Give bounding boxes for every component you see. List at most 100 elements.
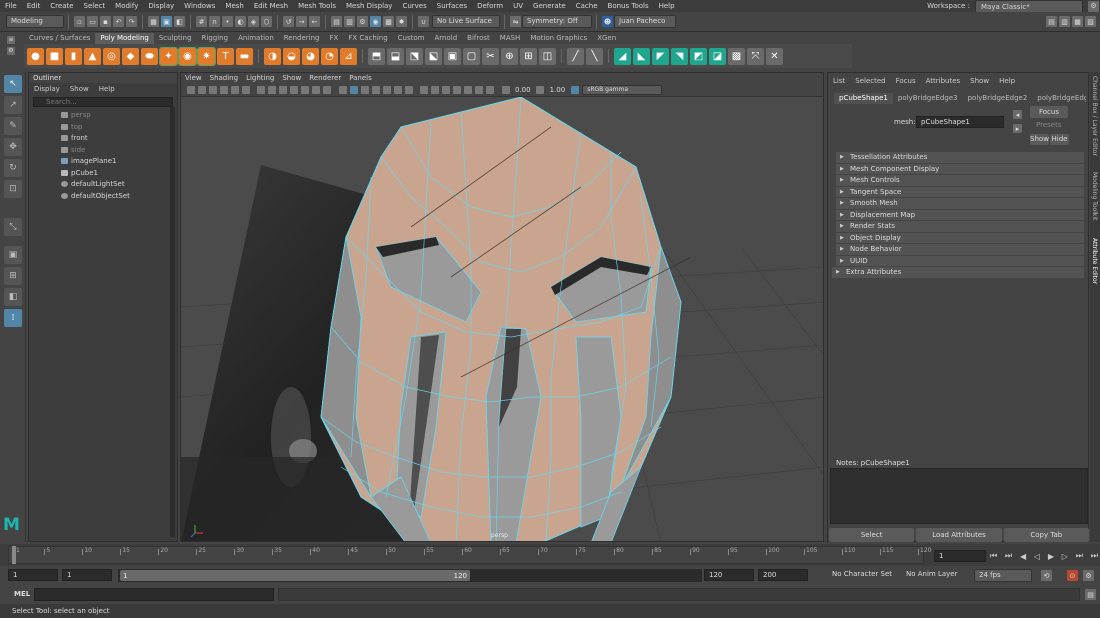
tool-settings-icon[interactable]: ▧ — [1085, 16, 1096, 27]
section-displacement-map[interactable]: Displacement Map — [836, 209, 1084, 220]
ambient-occlusion-icon[interactable] — [442, 86, 450, 94]
go-to-output-icon[interactable]: ▸ — [1013, 124, 1022, 133]
poly-sphere-icon[interactable]: ● — [27, 47, 44, 65]
platonic-solid-icon[interactable]: ✦ — [159, 46, 178, 66]
sew-uv-icon[interactable]: ✕ — [766, 47, 783, 65]
render-view-icon[interactable]: ▩ — [383, 16, 394, 27]
tab-curves-surfaces[interactable]: Curves / Surfaces — [24, 33, 95, 44]
ae-tab-polybridgeedge3[interactable]: polyBridgeEdge3 — [893, 93, 963, 104]
bevel-icon[interactable]: ⬓ — [387, 47, 404, 65]
smooth-icon[interactable]: ◕ — [302, 47, 319, 65]
outliner-menu-show[interactable]: Show — [65, 83, 94, 95]
poly-super-shape-icon[interactable]: ✷ — [197, 46, 216, 66]
menu-surfaces[interactable]: Surfaces — [432, 0, 472, 12]
viewport-menu-panels[interactable]: Panels — [345, 73, 376, 84]
tab-bifrost[interactable]: Bifrost — [462, 33, 495, 44]
isolate-select-icon[interactable] — [486, 86, 494, 94]
tab-rigging[interactable]: Rigging — [197, 33, 234, 44]
shelf-menu-icon[interactable]: ≡ — [7, 35, 15, 44]
select-tool-icon[interactable]: ↖ — [4, 75, 22, 93]
playback-end-field[interactable]: 120 — [704, 569, 754, 581]
section-extra-attributes[interactable]: Extra Attributes — [832, 267, 1084, 278]
soft-select-icon[interactable]: ⤡ — [4, 218, 22, 236]
menu-generate[interactable]: Generate — [528, 0, 571, 12]
four-view-layout-icon[interactable]: ⊞ — [4, 267, 22, 285]
section-render-stats[interactable]: Render Stats — [836, 221, 1084, 232]
unfold-icon[interactable]: ◪ — [709, 47, 726, 65]
automatic-mapping-icon[interactable]: ◩ — [690, 47, 707, 65]
outliner-menu-display[interactable]: Display — [29, 83, 65, 95]
ae-menu-focus[interactable]: Focus — [891, 75, 921, 87]
play-backwards-icon[interactable]: ◁ — [1034, 552, 1040, 561]
section-mesh-controls[interactable]: Mesh Controls — [836, 175, 1084, 186]
bridge-icon[interactable]: ⬔ — [406, 47, 423, 65]
outliner-layout-icon[interactable]: ⁞ — [4, 309, 22, 327]
viewport-menu-show[interactable]: Show — [278, 73, 305, 84]
section-tessellation-attributes[interactable]: Tessellation Attributes — [836, 152, 1084, 163]
xray-icon[interactable] — [420, 86, 428, 94]
grease-pencil-icon[interactable] — [241, 86, 250, 94]
safe-action-icon[interactable] — [312, 86, 320, 94]
shadows-icon[interactable] — [404, 86, 413, 94]
go-to-input-icon[interactable]: ◂ — [1013, 110, 1022, 119]
snap-projected-icon[interactable]: ◐ — [235, 16, 246, 27]
tab-sculpting[interactable]: Sculpting — [154, 33, 197, 44]
poly-pipe-icon[interactable]: ◉ — [178, 46, 197, 66]
script-editor-icon[interactable]: ▤ — [1085, 589, 1096, 600]
ae-tab-polybridgeedge2[interactable]: polyBridgeEdge2 — [963, 93, 1033, 104]
viewport-menu-renderer[interactable]: Renderer — [305, 73, 345, 84]
insert-edge-loop-icon[interactable]: ╲ — [586, 47, 603, 65]
tab-arnold[interactable]: Arnold — [430, 33, 463, 44]
menu-select[interactable]: Select — [79, 0, 111, 12]
menu-mesh[interactable]: Mesh — [220, 0, 248, 12]
history-icon[interactable]: ↺ — [283, 16, 294, 27]
viewport-menu-lighting[interactable]: Lighting — [242, 73, 278, 84]
viewport-menu-view[interactable]: View — [181, 73, 206, 84]
snap-view-plane-icon[interactable]: ◈ — [248, 16, 259, 27]
poly-cube-icon[interactable]: ■ — [46, 47, 63, 65]
play-forwards-icon[interactable]: ▶ — [1048, 552, 1054, 561]
cylindrical-mapping-icon[interactable]: ◤ — [652, 47, 669, 65]
menu-file[interactable]: File — [0, 0, 22, 12]
exposure-value[interactable]: 0.00 — [515, 86, 531, 94]
mirror-icon[interactable]: ⊿ — [340, 47, 357, 65]
multi-cut-icon[interactable]: ✂ — [482, 47, 499, 65]
menu-edit-mesh[interactable]: Edit Mesh — [249, 0, 293, 12]
go-to-end-icon[interactable]: ⏭ — [1091, 551, 1098, 561]
planar-mapping-icon[interactable]: ◣ — [633, 47, 650, 65]
mesh-name-field[interactable]: pCubeShape1 — [916, 116, 1004, 128]
channel-box-tab[interactable]: Channel Box / Layer Editor — [1091, 76, 1098, 156]
animation-start-field[interactable]: 1 — [8, 569, 58, 581]
combine-icon[interactable]: ◑ — [264, 47, 281, 65]
boolean-icon[interactable]: ◔ — [321, 47, 338, 65]
menu-deform[interactable]: Deform — [472, 0, 508, 12]
tab-xgen[interactable]: XGen — [592, 33, 621, 44]
outliner-item-front[interactable]: front — [29, 133, 177, 145]
menu-uv[interactable]: UV — [508, 0, 528, 12]
ae-tab-polybridgeedge[interactable]: polyBridgeEdg — [1032, 93, 1086, 104]
menu-mesh-display[interactable]: Mesh Display — [341, 0, 397, 12]
safe-title-icon[interactable] — [323, 86, 331, 94]
select-button[interactable]: Select — [829, 527, 915, 542]
outliner-menu-help[interactable]: Help — [94, 83, 120, 95]
fill-hole-icon[interactable]: ▣ — [444, 47, 461, 65]
live-surface-field[interactable]: No Live Surface — [432, 15, 500, 28]
tab-rendering[interactable]: Rendering — [279, 33, 325, 44]
modeling-toolkit-tab[interactable]: Modeling Toolkit — [1091, 172, 1098, 220]
connect-icon[interactable]: ⊞ — [520, 47, 537, 65]
separate-icon[interactable]: ◒ — [283, 47, 300, 65]
tab-custom[interactable]: Custom — [393, 33, 430, 44]
paint-select-icon[interactable]: ✎ — [4, 117, 22, 135]
new-scene-icon[interactable]: ▫ — [74, 16, 85, 27]
menu-set-dropdown[interactable]: Modeling — [6, 15, 64, 28]
menu-help[interactable]: Help — [654, 0, 680, 12]
menu-edit[interactable]: Edit — [22, 0, 46, 12]
menu-display[interactable]: Display — [143, 0, 179, 12]
ae-menu-help[interactable]: Help — [994, 75, 1020, 87]
user-account-dropdown[interactable]: Juan Pacheco — [614, 15, 676, 28]
poly-text-icon[interactable]: T — [217, 47, 234, 65]
poly-disc-icon[interactable]: ⬬ — [141, 47, 158, 65]
section-object-display[interactable]: Object Display — [836, 232, 1084, 243]
ae-menu-attributes[interactable]: Attributes — [921, 75, 966, 87]
go-to-start-icon[interactable]: ⏮ — [990, 551, 997, 561]
